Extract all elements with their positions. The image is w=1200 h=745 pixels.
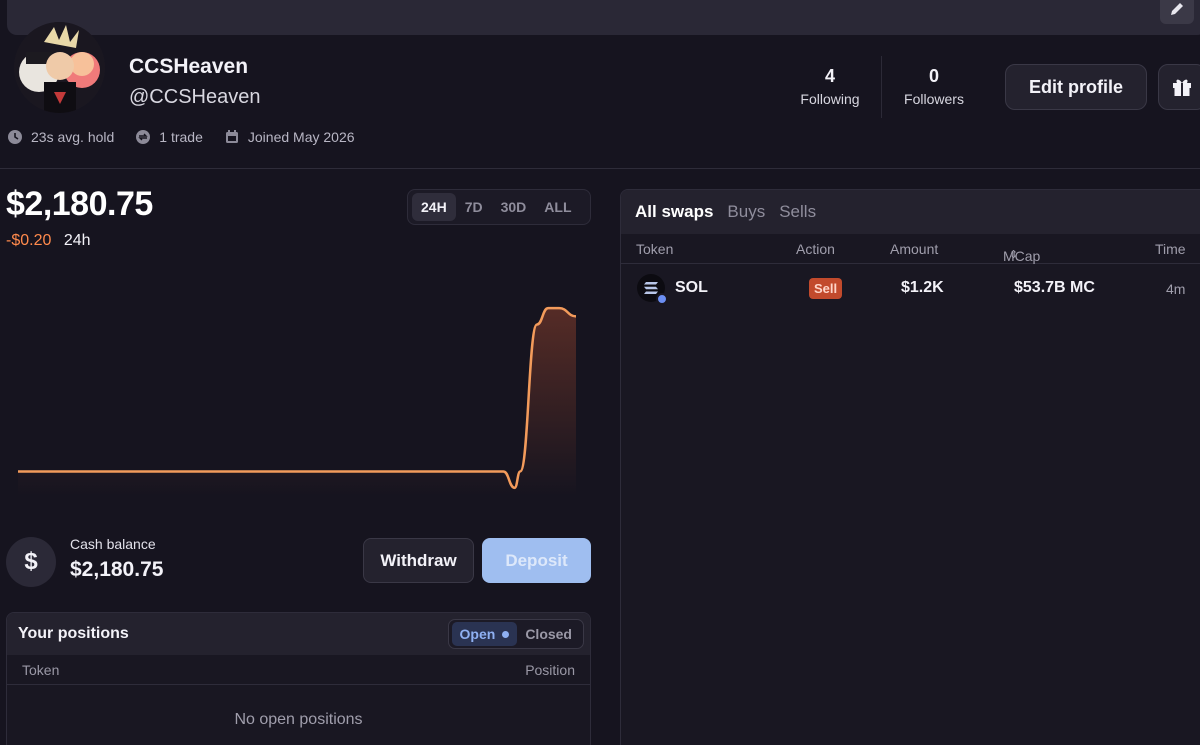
col-time: Time bbox=[1155, 241, 1186, 257]
avg-hold-text: 23s avg. hold bbox=[31, 129, 115, 145]
avg-hold: 23s avg. hold bbox=[7, 129, 114, 145]
dollar-icon: $ bbox=[6, 537, 56, 587]
range-tab-all[interactable]: ALL bbox=[535, 193, 580, 221]
followers-count: 0 bbox=[928, 66, 939, 86]
token-name: SOL bbox=[675, 279, 708, 296]
tab-buys[interactable]: Buys bbox=[727, 202, 765, 222]
open-tab-label: Open bbox=[459, 626, 496, 642]
swap-time: 4m bbox=[1166, 281, 1186, 297]
profile-banner bbox=[7, 0, 1200, 35]
username: CCSHeaven bbox=[129, 55, 249, 78]
trade-count: 1 trade bbox=[135, 129, 203, 145]
col-token: Token bbox=[22, 661, 60, 678]
deposit-button[interactable]: Deposit bbox=[482, 538, 591, 583]
cash-balance-label: Cash balance bbox=[70, 536, 156, 552]
swap-amount: $1.2K bbox=[901, 279, 944, 296]
active-dot-icon bbox=[502, 630, 510, 638]
join-date: Joined May 2026 bbox=[224, 129, 355, 145]
following-count: 4 bbox=[824, 66, 835, 86]
range-tab-7d[interactable]: 7D bbox=[456, 193, 492, 221]
positions-open-tab[interactable]: Open bbox=[451, 622, 518, 646]
gift-icon bbox=[1173, 79, 1191, 96]
change-value: -$0.20 bbox=[6, 232, 52, 249]
positions-column-header: Token Position bbox=[7, 655, 590, 685]
chart-line bbox=[18, 306, 577, 490]
verified-badge-icon bbox=[656, 293, 668, 305]
sort-icon: ⇕ bbox=[1009, 249, 1019, 261]
col-token: Token bbox=[636, 241, 674, 257]
user-handle: @CCSHeaven bbox=[129, 86, 261, 108]
positions-title: Your positions bbox=[18, 625, 129, 642]
portfolio-balance: $2,180.75 bbox=[6, 185, 153, 223]
swap-icon bbox=[136, 130, 151, 144]
pencil-icon bbox=[1171, 3, 1183, 15]
avatar-image bbox=[14, 22, 105, 113]
trade-count-text: 1 trade bbox=[159, 129, 203, 145]
clock-icon bbox=[8, 130, 22, 144]
col-position: Position bbox=[525, 661, 575, 678]
solana-icon bbox=[637, 274, 668, 305]
cash-balance-value: $2,180.75 bbox=[70, 558, 164, 581]
col-action: Action bbox=[796, 241, 835, 257]
swap-mcap: $53.7B MC bbox=[1014, 279, 1095, 296]
following-label: Following bbox=[800, 91, 860, 107]
tab-sells[interactable]: Sells bbox=[779, 202, 816, 222]
avatar[interactable] bbox=[14, 22, 105, 113]
change-period: 24h bbox=[63, 232, 91, 249]
range-selector: 24H 7D 30D ALL bbox=[407, 189, 591, 225]
stat-divider bbox=[881, 56, 882, 118]
edit-banner-button[interactable] bbox=[1160, 0, 1194, 24]
gift-button[interactable] bbox=[1158, 64, 1200, 110]
positions-toggle: Open Closed bbox=[447, 619, 584, 649]
tab-all-swaps[interactable]: All swaps bbox=[635, 202, 713, 222]
withdraw-button[interactable]: Withdraw bbox=[363, 538, 474, 583]
profile-meta: 23s avg. hold 1 trade Joined May 2026 bbox=[7, 129, 376, 145]
swaps-panel: All swaps Buys Sells Token Action Amount… bbox=[620, 189, 1200, 745]
balance-change: -$0.20 24h bbox=[6, 232, 91, 250]
action-badge: Sell bbox=[809, 278, 843, 299]
positions-empty-state: No open positions bbox=[234, 711, 363, 728]
swaps-tabs: All swaps Buys Sells bbox=[621, 190, 1200, 234]
chart-area bbox=[18, 308, 576, 496]
table-row[interactable]: SOL Sell $1.2K $53.7B MC 4m bbox=[621, 264, 1200, 312]
section-divider bbox=[0, 168, 1200, 169]
range-tab-24h[interactable]: 24H bbox=[412, 193, 456, 221]
calendar-icon bbox=[225, 130, 238, 143]
followers-label: Followers bbox=[904, 91, 964, 107]
join-date-text: Joined May 2026 bbox=[247, 129, 355, 145]
range-tab-30d[interactable]: 30D bbox=[492, 193, 536, 221]
edit-profile-button[interactable]: Edit profile bbox=[1005, 64, 1147, 110]
followers-stat[interactable]: 0 Followers bbox=[889, 66, 979, 107]
positions-closed-tab[interactable]: Closed bbox=[517, 622, 580, 646]
positions-header: Your positions Open Closed bbox=[7, 613, 590, 655]
swaps-column-header: Token Action Amount MCap ⇕ Time bbox=[621, 234, 1200, 264]
col-amount: Amount bbox=[890, 241, 939, 257]
positions-panel: Your positions Open Closed Token Positio… bbox=[6, 612, 591, 745]
following-stat[interactable]: 4 Following bbox=[785, 66, 875, 107]
portfolio-chart bbox=[18, 306, 577, 496]
